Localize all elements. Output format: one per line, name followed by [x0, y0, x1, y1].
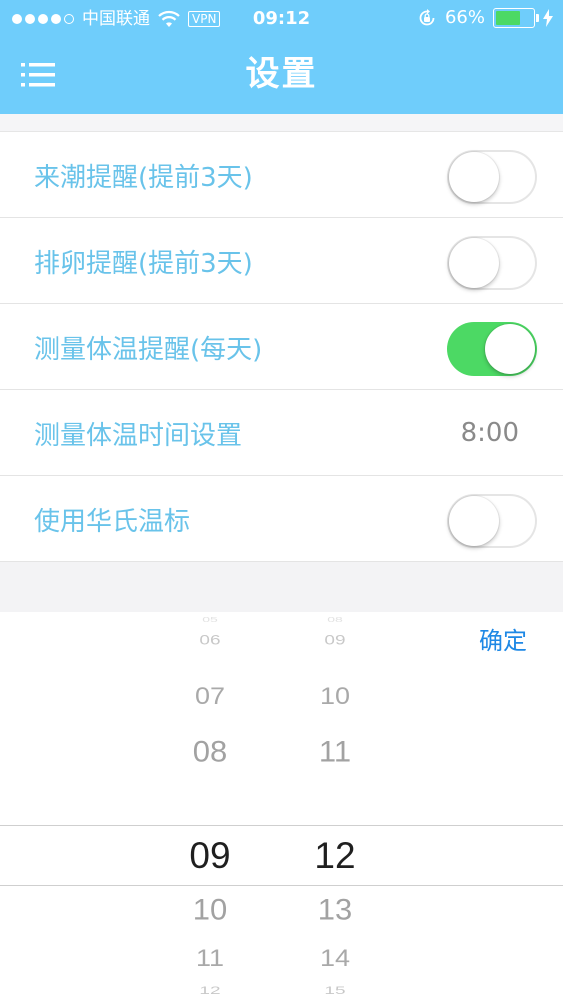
top-bar: 中国联通 VPN 09:12 66% 设置 — [0, 0, 563, 114]
temperature-reminder-toggle[interactable] — [447, 322, 537, 376]
minute-option[interactable]: 13 — [275, 893, 395, 927]
minute-option[interactable]: 12 — [275, 835, 395, 878]
setting-row-temperature-time[interactable]: 测量体温时间设置 8:00 — [0, 390, 563, 476]
setting-label: 来潮提醒(提前3天) — [34, 162, 253, 193]
confirm-button[interactable]: 确定 — [479, 622, 527, 660]
toggle-knob — [449, 152, 499, 202]
toggle-knob — [449, 496, 499, 546]
charging-bolt-icon — [543, 9, 553, 27]
hour-option[interactable]: 06 — [150, 633, 270, 649]
list-top-spacer — [0, 114, 563, 132]
setting-label: 使用华氏温标 — [34, 506, 191, 537]
hour-option[interactable]: 10 — [150, 893, 270, 927]
nav-bar: 设置 — [0, 38, 563, 114]
hour-option[interactable]: 12 — [150, 984, 270, 997]
hour-option[interactable]: 08 — [150, 735, 270, 769]
setting-label: 测量体温时间设置 — [34, 420, 243, 451]
fahrenheit-toggle[interactable] — [447, 494, 537, 548]
battery-tip — [536, 14, 539, 22]
battery-fill — [496, 11, 520, 25]
toggle-knob — [485, 324, 535, 374]
minute-picker-column[interactable]: 08 09 10 11 12 13 14 15 — [275, 612, 395, 1000]
minute-option[interactable]: 11 — [275, 735, 395, 769]
rotation-lock-icon — [419, 9, 435, 26]
period-reminder-toggle[interactable] — [447, 150, 537, 204]
status-right: 66% — [417, 7, 553, 29]
hour-option[interactable]: 05 — [150, 615, 270, 624]
setting-label: 测量体温提醒(每天) — [34, 334, 263, 365]
section-spacer — [0, 562, 563, 612]
minute-option[interactable]: 15 — [275, 984, 395, 997]
minute-option[interactable]: 09 — [275, 633, 395, 649]
ovulation-reminder-toggle[interactable] — [447, 236, 537, 290]
setting-row-fahrenheit: 使用华氏温标 — [0, 476, 563, 562]
minute-option[interactable]: 08 — [275, 615, 395, 624]
toggle-knob — [449, 238, 499, 288]
page-title: 设置 — [245, 54, 318, 94]
setting-row-ovulation-reminder: 排卵提醒(提前3天) — [0, 218, 563, 304]
setting-row-temperature-reminder: 测量体温提醒(每天) — [0, 304, 563, 390]
temperature-time-value: 8:00 — [460, 418, 519, 448]
hour-option[interactable]: 07 — [150, 683, 270, 710]
battery-icon — [493, 8, 539, 28]
time-picker-panel: 确定 05 06 07 08 09 10 11 12 08 09 10 11 12 13 14 15 — [0, 612, 563, 1000]
setting-row-period-reminder: 来潮提醒(提前3天) — [0, 132, 563, 218]
hour-picker-column[interactable]: 05 06 07 08 09 10 11 12 — [150, 612, 270, 1000]
setting-label: 排卵提醒(提前3天) — [34, 248, 253, 279]
minute-option[interactable]: 10 — [275, 683, 395, 710]
status-bar: 中国联通 VPN 09:12 66% — [0, 0, 563, 38]
settings-list: 来潮提醒(提前3天) 排卵提醒(提前3天) 测量体温提醒(每天) 测量体温时间设… — [0, 132, 563, 562]
battery-percent: 66% — [444, 7, 485, 28]
hour-option[interactable]: 11 — [150, 945, 270, 972]
minute-option[interactable]: 14 — [275, 945, 395, 972]
hour-option[interactable]: 09 — [150, 835, 270, 878]
